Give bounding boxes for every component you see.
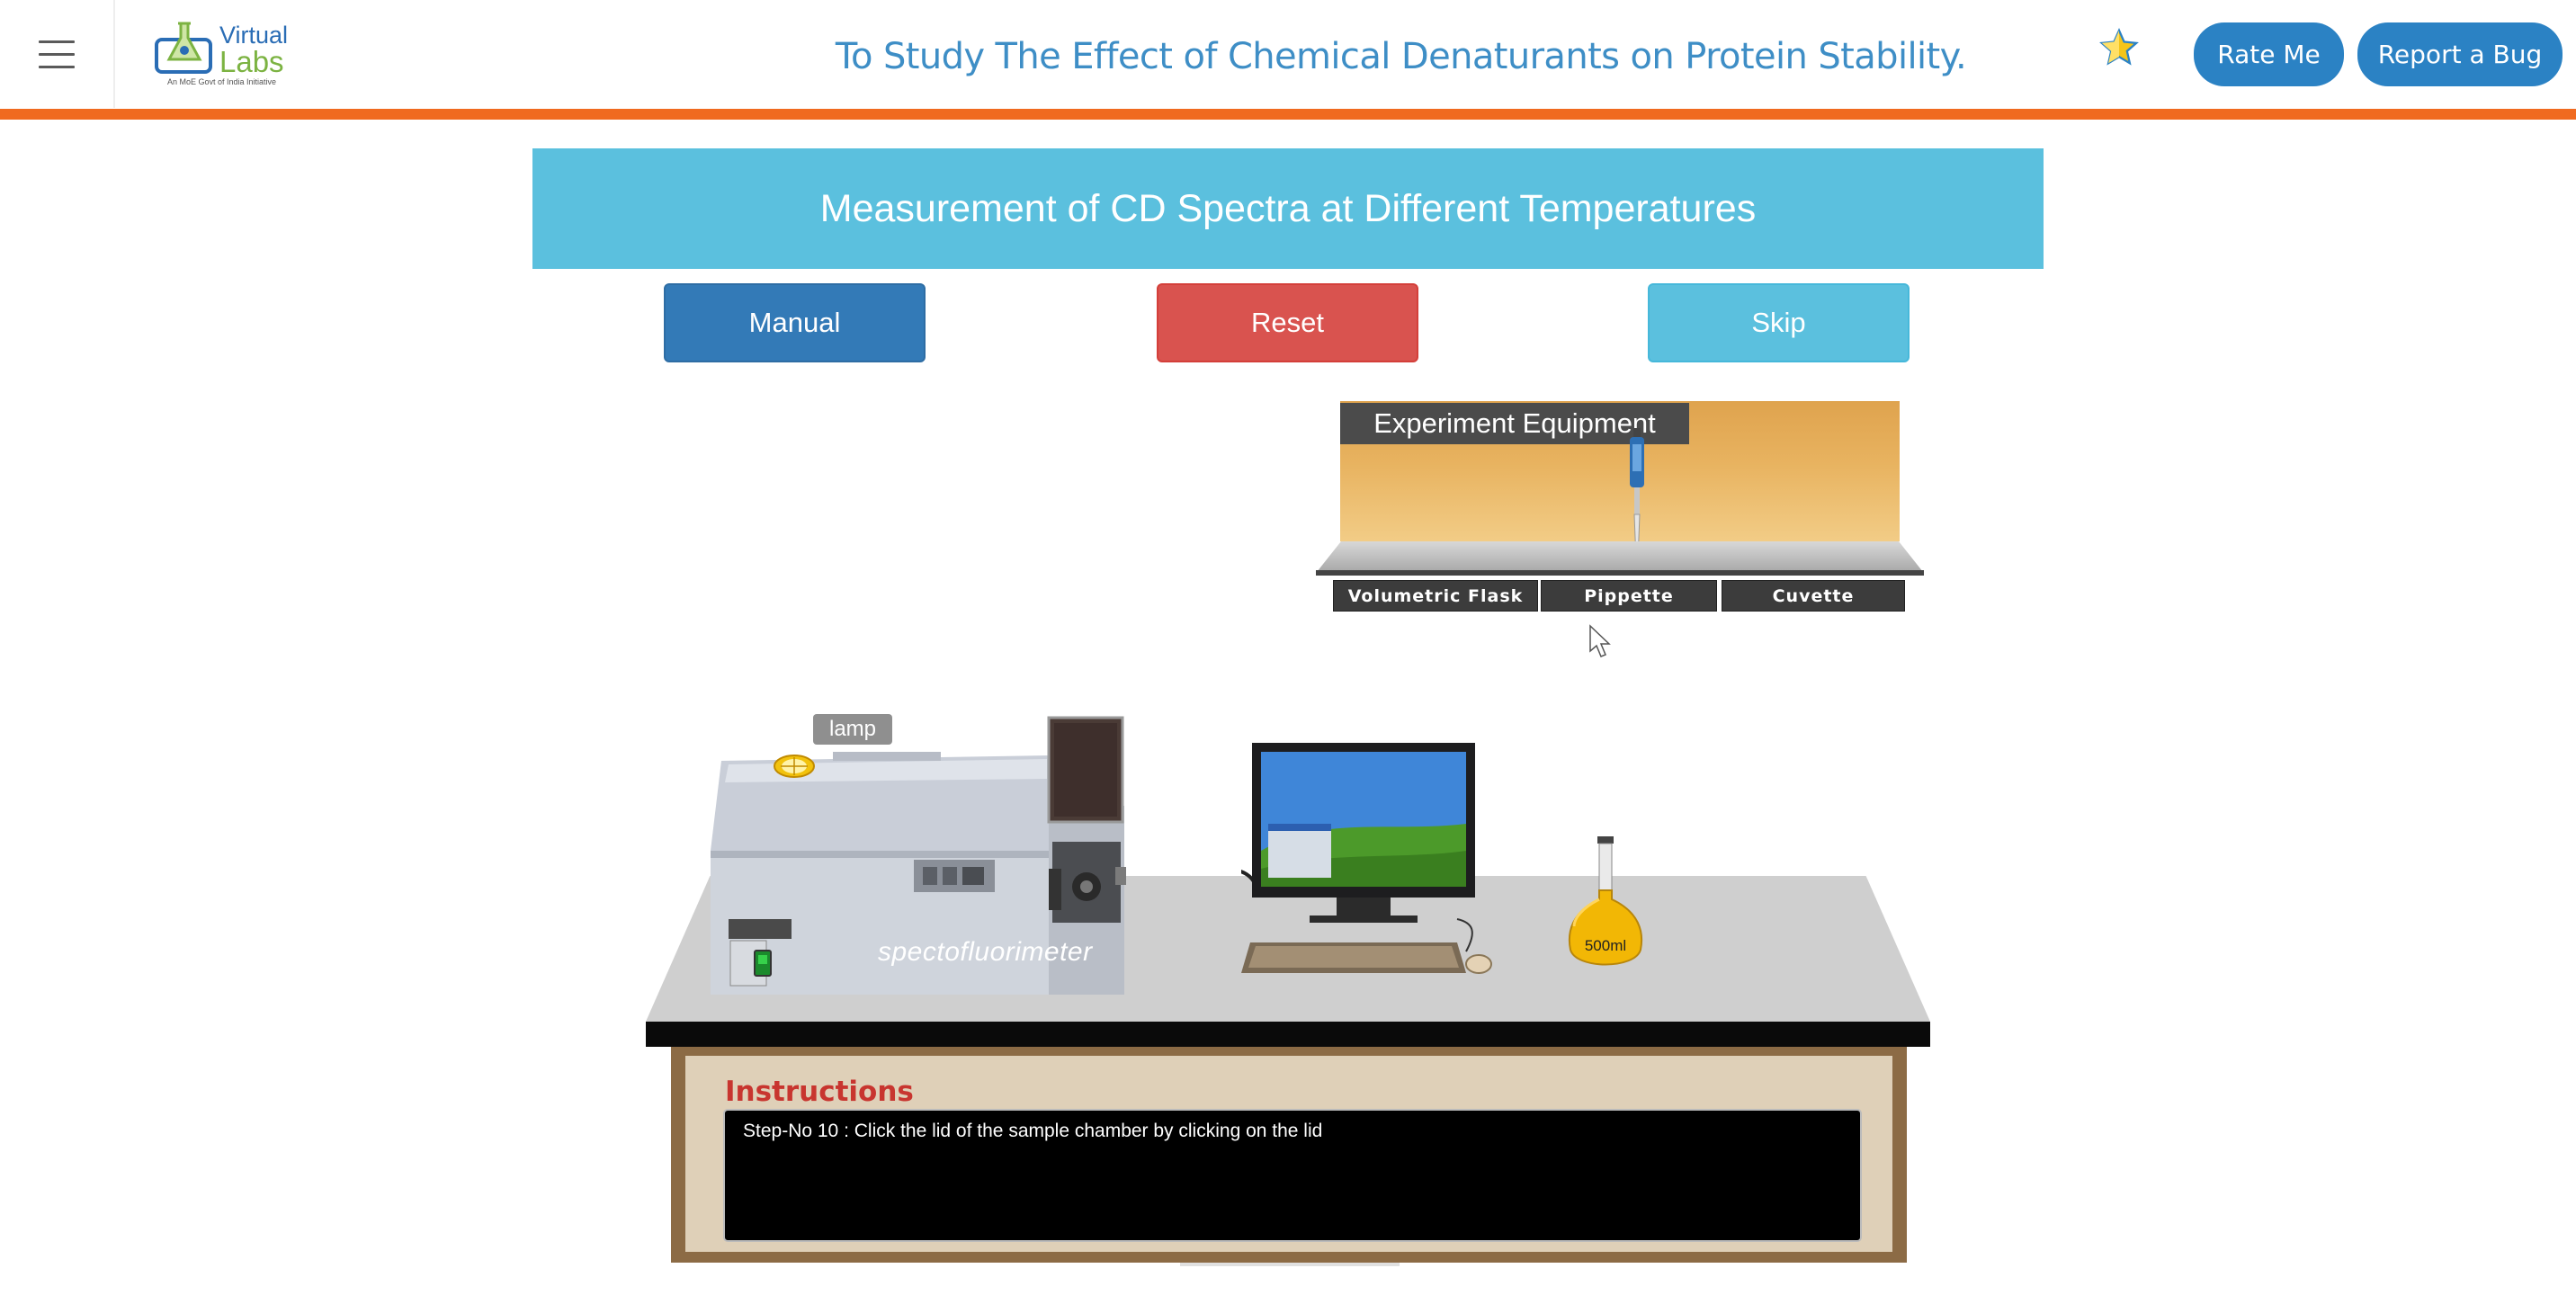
logo-word-labs: Labs	[219, 45, 284, 78]
header-divider	[0, 109, 2576, 120]
bench-divider	[1180, 1263, 1400, 1266]
instructions-title: Instructions	[725, 1076, 914, 1108]
power-switch-icon[interactable]	[754, 950, 772, 977]
tab-volumetric-flask[interactable]: Volumetric Flask	[1333, 580, 1538, 612]
shelf-edge	[1316, 570, 1924, 576]
star-icon[interactable]	[2098, 27, 2140, 68]
virtual-labs-logo[interactable]: Virtual Labs An MoE Govt of India Initia…	[155, 18, 290, 90]
menu-line	[39, 65, 75, 68]
computer[interactable]	[1241, 743, 1502, 982]
hamburger-menu-icon[interactable]	[0, 0, 115, 108]
lamp-icon[interactable]	[772, 752, 817, 779]
flask-volume-label: 500ml	[1584, 937, 1627, 954]
bench-edge	[646, 1022, 1930, 1047]
experiment-banner: Measurement of CD Spectra at Different T…	[532, 148, 2044, 269]
menu-line	[39, 40, 75, 43]
spectrofluorimeter-label: spectofluorimeter	[878, 937, 1093, 967]
skip-button[interactable]: Skip	[1648, 283, 1910, 362]
rate-me-button[interactable]: Rate Me	[2194, 22, 2344, 86]
report-bug-button[interactable]: Report a Bug	[2357, 22, 2563, 86]
logo-tagline: An MoE Govt of India Initiative	[167, 77, 277, 86]
page-title: To Study The Effect of Chemical Denatura…	[835, 36, 1967, 77]
instructions-text: Step-No 10 : Click the lid of the sample…	[743, 1121, 1323, 1141]
manual-button[interactable]: Manual	[664, 283, 926, 362]
tab-pipette[interactable]: Pippette	[1541, 580, 1717, 612]
sample-chamber-lid[interactable]	[1047, 716, 1124, 824]
shelf-surface	[1317, 541, 1923, 572]
menu-line	[39, 52, 75, 56]
flask-logo-icon	[155, 22, 212, 74]
mouse-cursor-icon	[1589, 624, 1611, 657]
reset-button[interactable]: Reset	[1157, 283, 1418, 362]
lamp-label: lamp	[813, 714, 892, 745]
tab-cuvette[interactable]: Cuvette	[1722, 580, 1905, 612]
